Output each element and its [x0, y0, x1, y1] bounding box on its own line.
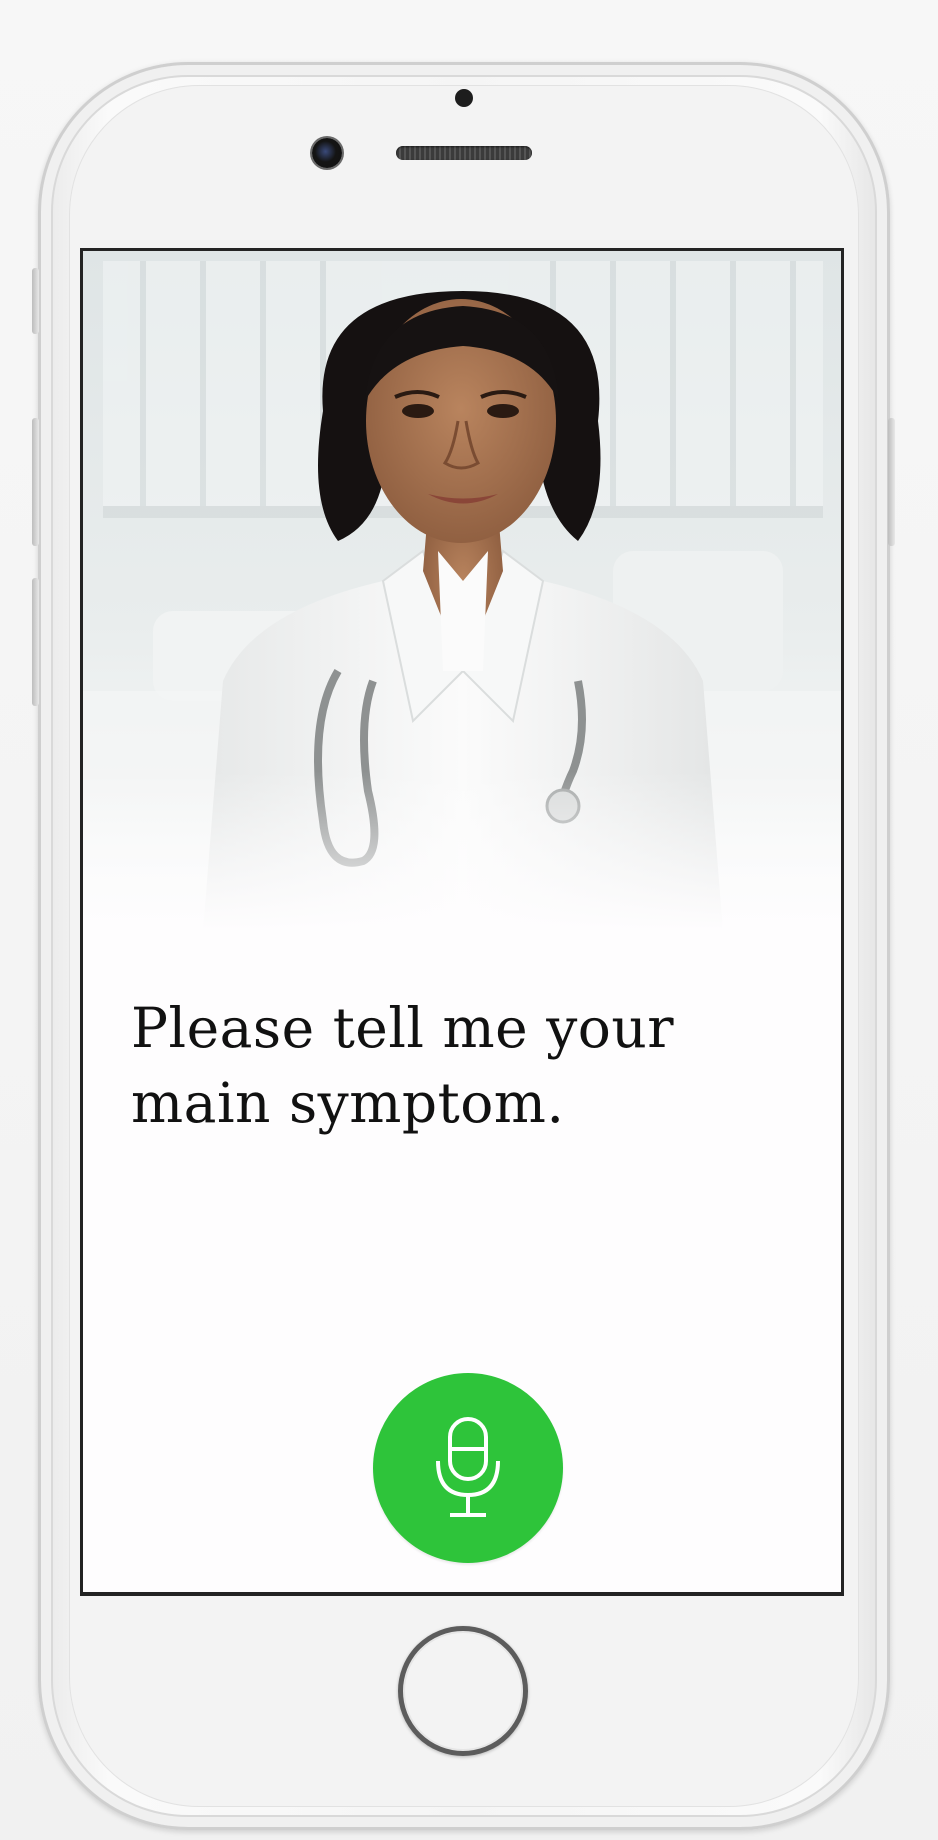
app-stage: Please tell me your main symptom. — [0, 0, 938, 1840]
earpiece-speaker — [396, 146, 532, 160]
home-button[interactable] — [398, 1626, 528, 1756]
proximity-sensor — [455, 89, 473, 107]
assistant-prompt-text: Please tell me your main symptom. — [131, 996, 675, 1135]
microphone-icon — [436, 1417, 500, 1517]
volume-up-button — [32, 418, 39, 546]
mute-switch — [32, 268, 39, 334]
microphone-button[interactable] — [373, 1373, 563, 1563]
volume-down-button — [32, 578, 39, 706]
doctor-avatar-image — [83, 251, 841, 931]
power-button — [888, 418, 895, 546]
app-screen: Please tell me your main symptom. — [80, 248, 844, 1596]
front-camera-icon — [312, 138, 342, 168]
